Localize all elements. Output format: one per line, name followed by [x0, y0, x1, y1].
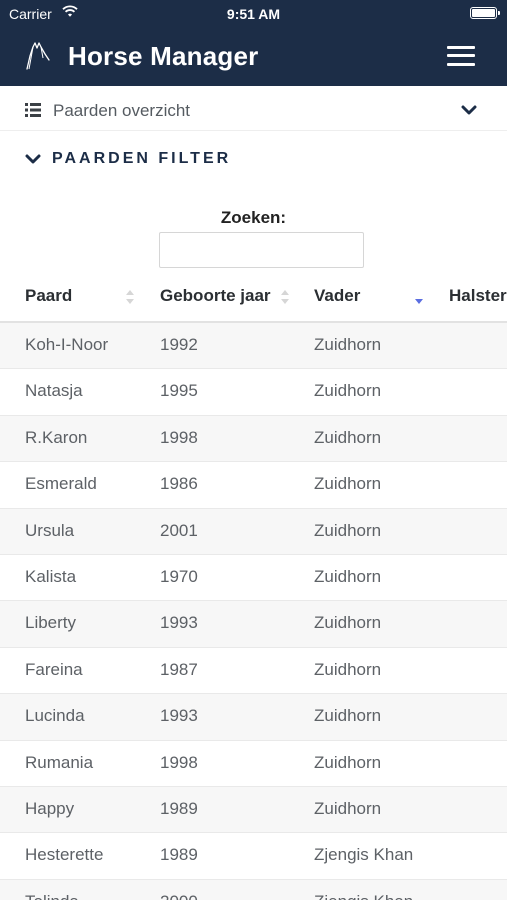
- table-row[interactable]: R.Karon 1998 Zuidhorn: [0, 415, 507, 463]
- status-bar: Carrier 9:51 AM: [0, 0, 507, 28]
- cell-paard: Ursula: [25, 520, 75, 540]
- horse-logo-icon: [26, 42, 50, 70]
- section-label: Paarden overzicht: [53, 101, 191, 120]
- cell-geboorte-jaar: 1992: [160, 335, 198, 354]
- sort-both-icon[interactable]: [280, 288, 290, 306]
- table-row[interactable]: Esmerald 1986 Zuidhorn: [0, 462, 507, 509]
- battery-icon: [470, 7, 500, 19]
- cell-geboorte-jaar: 2001: [160, 520, 198, 540]
- cell-vader: Zuidhorn: [314, 752, 382, 772]
- search-input[interactable]: [159, 232, 364, 268]
- cell-paard: Rumania: [25, 752, 94, 772]
- cell-geboorte-jaar: 1993: [160, 706, 198, 726]
- cell-vader: Zuidhorn: [314, 381, 382, 401]
- cell-vader: Zuidhorn: [314, 427, 382, 447]
- cell-vader: Zuidhorn: [314, 335, 382, 354]
- table-row[interactable]: Fareina 1987 Zuidhorn: [0, 648, 507, 695]
- cell-paard: Liberty: [25, 613, 77, 633]
- cell-vader: Zjengis Khan: [314, 845, 414, 865]
- app-title: Horse Manager: [68, 41, 259, 71]
- sort-descending-icon[interactable]: [414, 288, 424, 306]
- cell-vader: Zuidhorn: [314, 659, 382, 679]
- cell-geboorte-jaar: 1986: [160, 474, 198, 494]
- cell-paard: Hesterette: [25, 845, 104, 865]
- cell-geboorte-jaar: 1998: [160, 427, 198, 447]
- table-row[interactable]: Lucinda 1993 Zuidhorn: [0, 694, 507, 741]
- table-row[interactable]: Kalista 1970 Zuidhorn: [0, 555, 507, 602]
- cell-geboorte-jaar: 1989: [160, 845, 198, 865]
- table-header: Paard Geboorte jaar Vader Halster: [0, 272, 507, 323]
- section-dropdown[interactable]: Paarden overzicht: [0, 90, 507, 131]
- cell-paard: Koh-I-Noor: [25, 335, 109, 354]
- table-row[interactable]: Tolinda 2000 Zjengis Khan: [0, 879, 507, 900]
- table-row[interactable]: Ursula 2001 Zuidhorn: [0, 508, 507, 555]
- column-header-geboorte-jaar[interactable]: Geboorte jaar: [160, 286, 271, 306]
- cell-geboorte-jaar: 1970: [160, 566, 198, 586]
- table-row[interactable]: Natasja 1995 Zuidhorn: [0, 369, 507, 416]
- cell-paard: Natasja: [25, 381, 83, 401]
- cell-geboorte-jaar: 2000: [160, 892, 198, 900]
- cell-vader: Zuidhorn: [314, 474, 382, 494]
- table-row[interactable]: Happy 1989 Zuidhorn: [0, 786, 507, 834]
- cell-geboorte-jaar: 1989: [160, 798, 198, 818]
- cell-vader: Zuidhorn: [314, 520, 382, 540]
- chevron-down-icon: [25, 154, 41, 164]
- table-row[interactable]: Rumania 1998 Zuidhorn: [0, 741, 507, 787]
- cell-paard: Happy: [25, 798, 75, 818]
- status-time: 9:51 AM: [226, 6, 281, 22]
- list-icon: [25, 103, 41, 117]
- hamburger-menu-icon[interactable]: [447, 46, 475, 66]
- sort-both-icon[interactable]: [125, 288, 135, 306]
- search-label: Zoeken:: [220, 208, 287, 227]
- column-header-halster[interactable]: Halster: [449, 286, 507, 306]
- table-row[interactable]: Liberty 1993 Zuidhorn: [0, 601, 507, 648]
- cell-paard: Lucinda: [25, 706, 85, 726]
- table-row[interactable]: Hesterette 1989 Zjengis Khan: [0, 833, 507, 880]
- cell-paard: Kalista: [25, 566, 77, 586]
- cell-vader: Zuidhorn: [314, 706, 382, 726]
- column-header-vader[interactable]: Vader: [314, 286, 360, 306]
- cell-paard: Tolinda: [25, 892, 79, 900]
- table-body: Koh-I-Noor 1992 Zuidhorn Natasja 1995 Zuidhor…: [0, 323, 507, 900]
- cell-paard: R.Karon: [25, 427, 88, 447]
- cell-paard: Esmerald: [25, 474, 97, 494]
- cell-geboorte-jaar: 1998: [160, 752, 198, 772]
- chevron-down-icon: [461, 105, 477, 115]
- table-row[interactable]: Koh-I-Noor 1992 Zuidhorn: [0, 323, 507, 370]
- cell-vader: Zjengis Khan: [314, 892, 413, 900]
- cell-geboorte-jaar: 1995: [160, 381, 198, 401]
- cell-vader: Zuidhorn: [314, 566, 382, 586]
- cell-vader: Zuidhorn: [314, 613, 382, 633]
- cell-geboorte-jaar: 1993: [160, 613, 198, 633]
- cell-geboorte-jaar: 1987: [160, 659, 198, 679]
- column-header-paard[interactable]: Paard: [25, 286, 72, 306]
- filter-label: PAARDEN FILTER: [52, 150, 232, 167]
- app-header: Carrier 9:51 AM Horse Manager: [0, 0, 507, 86]
- cell-vader: Zuidhorn: [314, 798, 382, 818]
- cell-paard: Fareina: [25, 659, 83, 679]
